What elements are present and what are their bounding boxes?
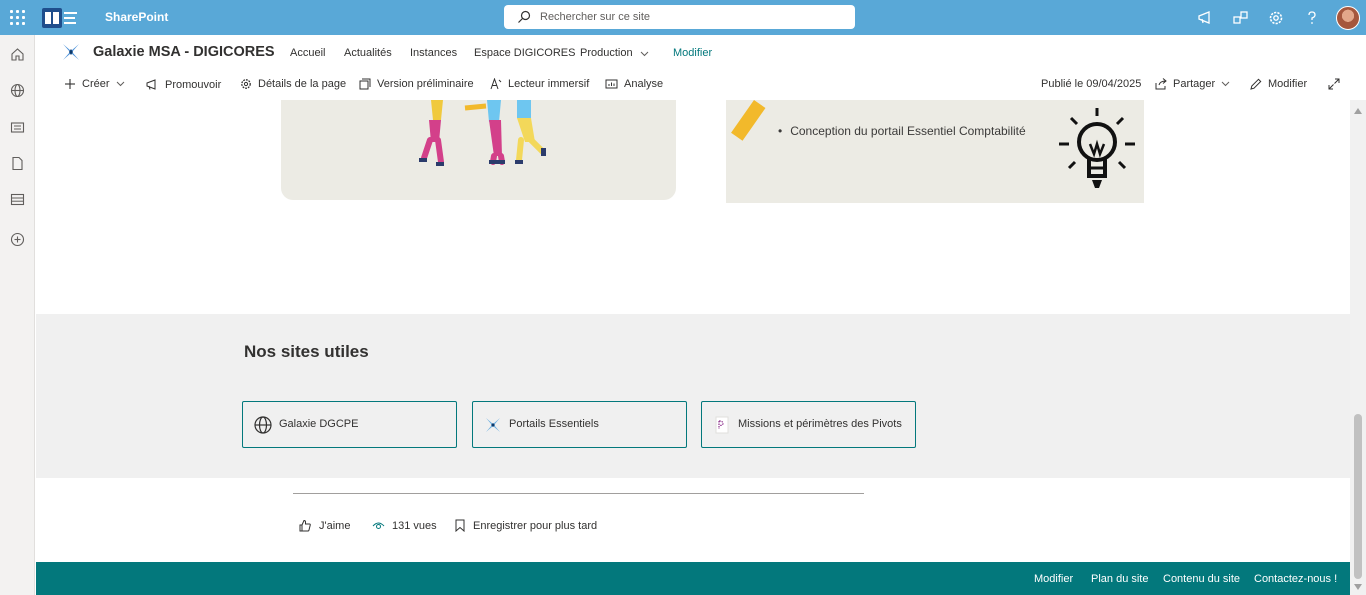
create-label: Créer (82, 78, 110, 90)
star-logo-icon (486, 418, 500, 432)
share-apps-icon[interactable] (1232, 9, 1250, 27)
link-galaxie-dgcpe[interactable]: Galaxie DGCPE (242, 401, 457, 448)
thumbs-up-icon (299, 519, 311, 532)
user-avatar[interactable] (1336, 6, 1360, 30)
scroll-up-icon[interactable] (1354, 108, 1362, 114)
nav-instances[interactable]: Instances (410, 47, 457, 59)
home-icon[interactable] (10, 47, 25, 62)
analytics-label: Analyse (624, 78, 664, 90)
settings-icon (241, 79, 251, 89)
share-button[interactable]: Partager (1155, 78, 1230, 90)
feature-card: Conception du portail Essentiel Comptabi… (726, 100, 1144, 203)
search-icon (518, 10, 531, 23)
site-logo-icon[interactable] (62, 43, 80, 61)
footer-link-modifier[interactable]: Modifier (1034, 573, 1073, 585)
scroll-down-icon[interactable] (1354, 584, 1362, 590)
link-label: Portails Essentiels (509, 418, 599, 430)
immersive-reader-label: Lecteur immersif (508, 78, 590, 90)
left-app-rail (0, 35, 35, 595)
scrollbar-thumb[interactable] (1354, 414, 1362, 579)
document-icon (715, 416, 729, 434)
nav-modifier[interactable]: Modifier (673, 47, 712, 59)
divider (293, 493, 864, 494)
save-for-later-label: Enregistrer pour plus tard (473, 519, 598, 532)
nav-espace-digicores[interactable]: Espace DIGICORES (474, 47, 575, 59)
bullet-item: Conception du portail Essentiel Comptabi… (778, 124, 1025, 138)
site-title[interactable]: Galaxie MSA - DIGICORES (93, 44, 275, 60)
help-icon[interactable] (1303, 9, 1321, 27)
footer-link-contenu-du-site[interactable]: Contenu du site (1163, 573, 1240, 585)
add-circle-icon[interactable] (10, 232, 25, 247)
pencil-icon (1250, 78, 1262, 90)
page-scrollbar[interactable] (1350, 100, 1366, 595)
plus-icon (65, 79, 75, 89)
chevron-down-icon (1221, 81, 1230, 87)
create-button[interactable]: Créer (64, 78, 125, 90)
edit-button[interactable]: Modifier (1250, 78, 1307, 90)
people-illustration (419, 100, 546, 166)
megaphone-icon[interactable] (1197, 9, 1215, 27)
like-button[interactable]: J'aime (299, 519, 350, 532)
megaphone-icon (146, 79, 156, 90)
useful-sites-title: Nos sites utiles (244, 342, 369, 361)
analytics-icon (605, 79, 618, 89)
published-date: Publié le 09/04/2025 (1041, 78, 1142, 90)
globe-icon[interactable] (10, 83, 25, 98)
list-icon[interactable] (10, 192, 25, 207)
document-icon[interactable] (10, 156, 25, 171)
search-input[interactable]: Rechercher sur ce site (504, 5, 855, 29)
pencil-decoration (731, 100, 766, 141)
analytics-button[interactable]: Analyse (605, 78, 663, 90)
save-for-later-button[interactable]: Enregistrer pour plus tard (454, 519, 597, 532)
expand-button[interactable] (1328, 78, 1340, 90)
edit-label: Modifier (1268, 78, 1308, 90)
app-title[interactable]: SharePoint (105, 10, 168, 24)
link-missions-pivots[interactable]: Missions et périmètres des Pivots (701, 401, 916, 448)
views-label: 131 vues (392, 519, 437, 532)
views-count: 131 vues (372, 519, 437, 532)
footer-link-plan-du-site[interactable]: Plan du site (1091, 573, 1148, 585)
promote-button[interactable]: Promouvoir (146, 78, 221, 91)
illustration-card (281, 100, 676, 200)
like-label: J'aime (319, 519, 351, 532)
footer-link-contact[interactable]: Contactez-nous ! (1254, 573, 1337, 585)
nav-actualites[interactable]: Actualités (344, 47, 392, 59)
lightbulb-icon (1059, 108, 1135, 188)
chevron-down-icon (116, 81, 124, 87)
nav-accueil[interactable]: Accueil (290, 47, 325, 59)
link-portails-essentiels[interactable]: Portails Essentiels (472, 401, 687, 448)
published-status: Publié le 09/04/2025 (1041, 78, 1141, 90)
immersive-reader-icon (490, 78, 502, 90)
share-label: Partager (1173, 78, 1216, 90)
site-footer: Modifier Plan du site Contenu du site Co… (36, 562, 1350, 595)
promote-label: Promouvoir (165, 78, 222, 91)
link-label: Missions et périmètres des Pivots (738, 418, 902, 430)
preview-icon (359, 78, 371, 90)
chevron-down-icon[interactable] (640, 51, 649, 57)
page-details-label: Détails de la page (258, 78, 347, 90)
preview-label: Version préliminaire (377, 78, 474, 90)
bookmark-icon (455, 519, 465, 532)
app-launcher-icon[interactable] (10, 10, 26, 26)
eye-icon (372, 522, 385, 529)
msa-logo-icon[interactable] (42, 8, 78, 28)
suite-bar: SharePoint Rechercher sur ce site (0, 0, 1366, 35)
link-label: Galaxie DGCPE (279, 418, 359, 430)
news-icon[interactable] (10, 120, 25, 135)
settings-gear-icon[interactable] (1267, 9, 1285, 27)
immersive-reader-button[interactable]: Lecteur immersif (490, 78, 589, 90)
page-details-button[interactable]: Détails de la page (240, 78, 346, 90)
expand-icon (1328, 78, 1340, 90)
preview-button[interactable]: Version préliminaire (359, 78, 474, 90)
globe-icon (254, 416, 272, 434)
search-placeholder: Rechercher sur ce site (540, 11, 651, 23)
nav-production[interactable]: Production (580, 47, 633, 59)
useful-sites-section (36, 314, 1350, 478)
share-icon (1155, 78, 1167, 90)
